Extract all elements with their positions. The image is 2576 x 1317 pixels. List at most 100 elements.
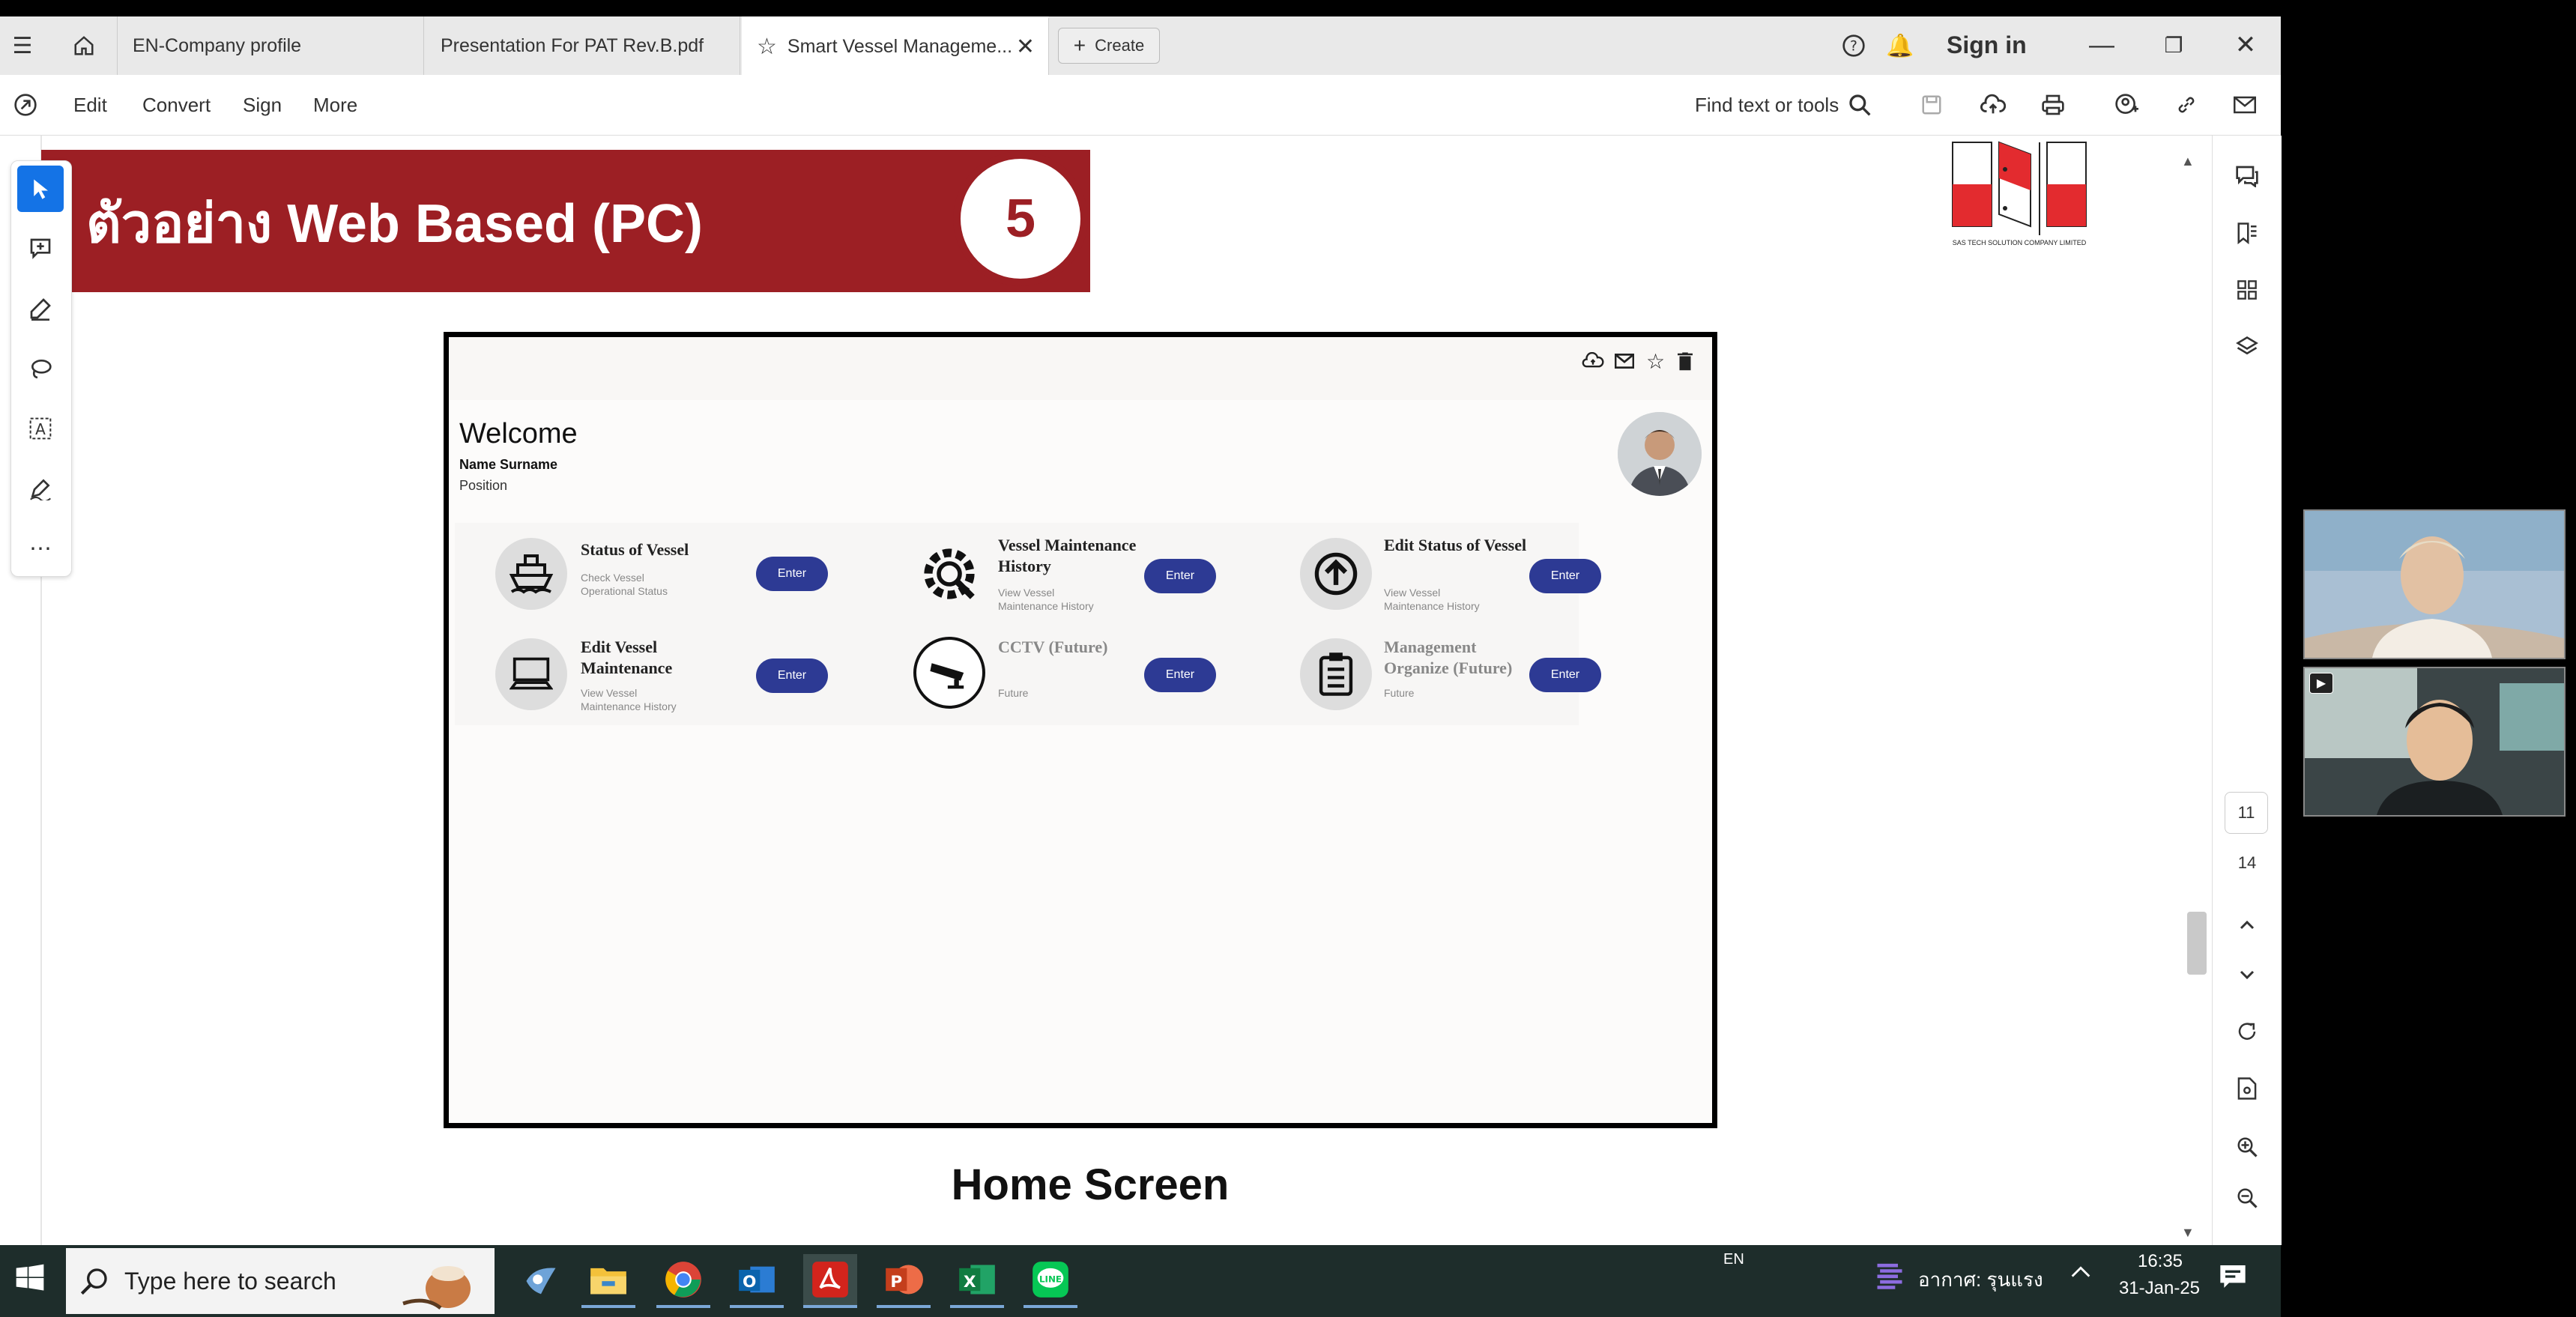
previous-page-icon[interactable] <box>2213 903 2282 948</box>
video-participant-2[interactable]: ▶ <box>2303 667 2566 817</box>
weather-text[interactable]: อากาศ: รุนแรง <box>1918 1265 2043 1295</box>
left-tools-panel: A ⋯ <box>10 160 72 577</box>
line-app-icon[interactable]: LINE <box>1024 1254 1077 1308</box>
search-icon <box>79 1266 109 1300</box>
card-sub: Maintenance History <box>1384 600 1480 612</box>
taskbar-app-1-icon[interactable] <box>514 1254 568 1308</box>
menu-edit[interactable]: Edit <box>73 75 107 135</box>
enter-button-management-organize[interactable]: Enter <box>1529 658 1601 692</box>
bookmark-icon[interactable] <box>2213 211 2282 255</box>
page-number-current[interactable]: 11 <box>2225 792 2268 834</box>
chrome-icon[interactable] <box>656 1254 710 1308</box>
menu-more[interactable]: More <box>313 75 357 135</box>
card-sub: Future <box>998 687 1029 699</box>
card-sub: View Vessel <box>998 587 1055 599</box>
powerpoint-icon[interactable]: P <box>877 1254 931 1308</box>
notifications-icon[interactable] <box>2218 1262 2248 1295</box>
slide-number-badge: 5 <box>953 151 1088 286</box>
mockup-mail-icon <box>1614 353 1635 372</box>
weather-icon[interactable] <box>1873 1259 1906 1295</box>
star-icon[interactable]: ☆ <box>757 34 777 60</box>
scrollbar-thumb[interactable] <box>2187 912 2207 975</box>
card-sub: Operational Status <box>581 585 668 597</box>
scroll-down-arrow-icon[interactable]: ▼ <box>2181 1225 2195 1241</box>
search-placeholder: Type here to search <box>124 1268 336 1295</box>
right-panel: ▲ ▼ 11 14 <box>2181 136 2282 1245</box>
cloud-upload-icon[interactable] <box>1978 90 2008 120</box>
next-page-icon[interactable] <box>2213 952 2282 997</box>
zoom-in-icon[interactable] <box>2213 1124 2282 1169</box>
comments-icon[interactable] <box>2213 154 2282 199</box>
restore-icon[interactable]: ❐ <box>2155 28 2192 62</box>
plus-icon: + <box>1073 34 1086 57</box>
show-hidden-icons-icon[interactable] <box>2068 1262 2093 1286</box>
email-icon[interactable] <box>2230 90 2260 120</box>
excel-icon[interactable]: X <box>950 1254 1004 1308</box>
tab-label: Smart Vessel Manageme... <box>787 36 1013 57</box>
tab-en-company-profile[interactable]: EN-Company profile <box>117 16 424 75</box>
card-title-management-organize: Management Organize (Future) <box>1384 638 1513 677</box>
svg-text:O: O <box>743 1273 756 1292</box>
text-box-icon[interactable]: A <box>17 405 64 452</box>
more-tools-icon[interactable]: ⋯ <box>17 525 64 572</box>
wrench-gear-icon <box>913 538 985 610</box>
file-explorer-icon[interactable] <box>581 1254 635 1308</box>
home-icon[interactable] <box>69 31 99 61</box>
hamburger-menu-icon[interactable]: ☰ <box>7 31 37 61</box>
sign-pen-icon[interactable] <box>17 465 64 512</box>
logo-caption: SAS TECH SOLUTION COMPANY LIMITED <box>1952 239 2087 246</box>
rotate-icon[interactable] <box>2213 1009 2282 1054</box>
user-position: Position <box>459 478 508 493</box>
card-sub: Future <box>1384 687 1415 699</box>
clock-time[interactable]: 16:35 <box>2120 1251 2200 1272</box>
user-name: Name Surname <box>459 457 558 472</box>
input-language[interactable]: EN <box>1723 1251 1744 1268</box>
share-user-icon[interactable] <box>2111 90 2141 120</box>
taskbar-search-box[interactable]: Type here to search <box>66 1248 495 1314</box>
enter-button-cctv[interactable]: Enter <box>1144 658 1216 692</box>
svg-text:LINE: LINE <box>1039 1274 1062 1284</box>
scroll-up-arrow-icon[interactable]: ▲ <box>2181 154 2195 169</box>
card-title-cctv: CCTV (Future) <box>998 638 1108 656</box>
minimize-icon[interactable]: — <box>2083 28 2120 62</box>
zoom-out-icon[interactable] <box>2213 1175 2282 1220</box>
sign-in-button[interactable]: Sign in <box>1947 31 2027 59</box>
close-tab-icon[interactable]: ✕ <box>1016 34 1035 60</box>
enter-button-vessel-maintenance-history[interactable]: Enter <box>1144 559 1216 593</box>
tab-smart-vessel[interactable]: ☆ Smart Vessel Manageme... ✕ <box>742 16 1049 75</box>
add-comment-icon[interactable] <box>17 225 64 272</box>
create-label: Create <box>1095 36 1145 55</box>
mockup-star-icon: ☆ <box>1646 350 1666 373</box>
bell-icon[interactable]: 🔔 <box>1885 31 1915 61</box>
acrobat-menu-icon[interactable] <box>10 90 40 120</box>
find-text-or-tools[interactable]: Find text or tools <box>1695 75 1839 135</box>
close-window-icon[interactable]: ✕ <box>2227 28 2264 62</box>
acrobat-taskbar-icon[interactable] <box>803 1254 857 1308</box>
menu-sign[interactable]: Sign <box>243 75 282 135</box>
tab-presentation[interactable]: Presentation For PAT Rev.B.pdf <box>426 16 740 75</box>
enter-button-status-of-vessel[interactable]: Enter <box>756 557 828 591</box>
help-icon[interactable]: ? <box>1839 31 1869 61</box>
enter-button-edit-vessel-maintenance[interactable]: Enter <box>756 658 828 693</box>
print-icon[interactable] <box>2038 90 2068 120</box>
menu-convert[interactable]: Convert <box>142 75 211 135</box>
create-button[interactable]: + Create <box>1058 28 1160 64</box>
save-icon[interactable] <box>1917 90 1947 120</box>
lasso-draw-icon[interactable] <box>17 345 64 392</box>
select-cursor-icon[interactable] <box>17 166 64 212</box>
windows-start-icon[interactable] <box>15 1263 45 1297</box>
page-settings-icon[interactable] <box>2213 1066 2282 1111</box>
web-mockup-frame: ☆ Welcome Name Surname Position Status o… <box>444 332 1717 1128</box>
svg-text:A: A <box>35 420 46 438</box>
link-icon[interactable] <box>2171 90 2201 120</box>
outlook-icon[interactable]: O <box>730 1254 784 1308</box>
thumbnails-icon[interactable] <box>2213 267 2282 312</box>
layers-icon[interactable] <box>2213 324 2282 369</box>
highlight-pen-icon[interactable] <box>17 285 64 332</box>
video-participant-1[interactable] <box>2303 509 2566 659</box>
search-icon[interactable] <box>1845 90 1875 120</box>
enter-button-edit-status-of-vessel[interactable]: Enter <box>1529 559 1601 593</box>
clock-date[interactable]: 31-Jan-25 <box>2107 1278 2212 1299</box>
slide-banner-title: ตัวอย่าง Web Based (PC) <box>86 194 703 254</box>
video-share-icon[interactable]: ▶ <box>2309 673 2333 694</box>
